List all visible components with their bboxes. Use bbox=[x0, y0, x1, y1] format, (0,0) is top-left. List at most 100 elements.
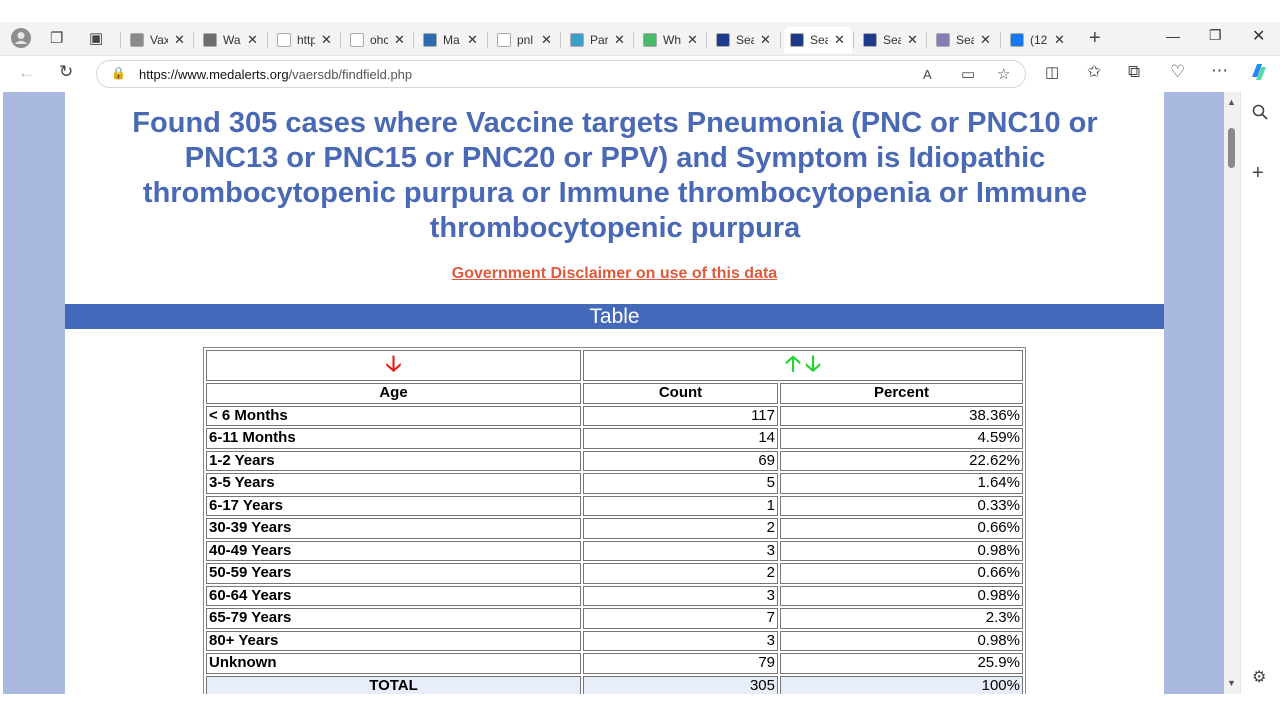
tab-favicon-icon bbox=[570, 33, 584, 47]
close-window-icon[interactable]: ✕ bbox=[1252, 26, 1265, 46]
close-tab-icon[interactable]: ✕ bbox=[760, 32, 771, 48]
close-tab-icon[interactable]: ✕ bbox=[541, 32, 552, 48]
scroll-up-icon[interactable]: ▲ bbox=[1227, 97, 1236, 107]
table-heading-bar: Table bbox=[65, 304, 1164, 329]
browser-tab[interactable]: Par ✕ bbox=[564, 27, 632, 53]
sort-ascending-arrow-icon[interactable]: 🡡 bbox=[785, 351, 801, 376]
tab-actions-icon[interactable]: ▣ bbox=[89, 29, 103, 47]
tab-separator bbox=[120, 32, 121, 48]
browser-tab[interactable]: Wa ✕ bbox=[197, 27, 265, 53]
count-cell: 2 bbox=[583, 563, 778, 584]
restore-icon[interactable]: ❐ bbox=[1209, 27, 1222, 44]
close-tab-icon[interactable]: ✕ bbox=[687, 32, 698, 48]
table-row: 60-64 Years 3 0.98% bbox=[206, 585, 1023, 606]
tab-favicon-icon bbox=[130, 33, 144, 47]
sort-descending-arrow-icon[interactable]: 🡣 bbox=[386, 351, 402, 376]
percent-cell: 2.3% bbox=[780, 608, 1023, 629]
browser-tab[interactable]: (12 ✕ bbox=[1004, 27, 1072, 53]
edge-sidebar: + ⚙ bbox=[1240, 92, 1280, 694]
browser-essentials-icon[interactable]: ♡ bbox=[1170, 62, 1185, 82]
table-row: 30-39 Years 2 0.66% bbox=[206, 518, 1023, 539]
browser-tab[interactable]: Sea ✕ bbox=[930, 27, 998, 53]
age-cell: 50-59 Years bbox=[206, 563, 581, 584]
browser-tab[interactable]: Sea ✕ bbox=[710, 27, 778, 53]
percent-cell: 25.9% bbox=[780, 653, 1023, 674]
close-tab-icon[interactable]: ✕ bbox=[1054, 32, 1065, 48]
close-tab-icon[interactable]: ✕ bbox=[834, 32, 845, 48]
tab-separator bbox=[340, 32, 341, 48]
tab-separator bbox=[926, 32, 927, 48]
close-tab-icon[interactable]: ✕ bbox=[174, 32, 185, 48]
tab-favicon-icon bbox=[863, 33, 877, 47]
search-icon[interactable] bbox=[1252, 104, 1268, 125]
browser-tab[interactable]: ohc ✕ bbox=[344, 27, 412, 53]
browser-tab[interactable]: Vax ✕ bbox=[124, 27, 192, 53]
tab-separator bbox=[1000, 32, 1001, 48]
tab-separator bbox=[193, 32, 194, 48]
browser-tab[interactable]: Sea ✕ bbox=[857, 27, 925, 53]
disclaimer-link[interactable]: Government Disclaimer on use of this dat… bbox=[65, 265, 1164, 283]
copilot-icon[interactable] bbox=[1248, 61, 1270, 88]
table-row: < 6 Months 117 38.36% bbox=[206, 405, 1023, 426]
browser-tab[interactable]: pnl ✕ bbox=[491, 27, 559, 53]
count-cell: 79 bbox=[583, 653, 778, 674]
tab-title: Vax bbox=[150, 33, 168, 47]
close-tab-icon[interactable]: ✕ bbox=[614, 32, 625, 48]
refresh-icon[interactable]: ↻ bbox=[59, 62, 73, 82]
percent-cell: 38.36% bbox=[780, 405, 1023, 426]
percent-cell: 0.66% bbox=[780, 518, 1023, 539]
count-cell: 3 bbox=[583, 630, 778, 651]
scrollbar-thumb[interactable] bbox=[1228, 128, 1235, 168]
table-row: 80+ Years 3 0.98% bbox=[206, 630, 1023, 651]
tab-title: pnl bbox=[517, 33, 534, 47]
browser-tab[interactable]: Ma ✕ bbox=[417, 27, 485, 53]
workspaces-icon[interactable]: ❐ bbox=[50, 29, 63, 47]
close-tab-icon[interactable]: ✕ bbox=[394, 32, 405, 48]
percent-cell: 0.98% bbox=[780, 630, 1023, 651]
tab-title: Wa bbox=[223, 33, 241, 47]
close-tab-icon[interactable]: ✕ bbox=[247, 32, 258, 48]
tab-bar: ❐ ▣ Vax✕Wa✕http✕ohc✕Ma✕pnl✕Par✕Wh✕Sea✕Se… bbox=[0, 22, 1280, 56]
close-tab-icon[interactable]: ✕ bbox=[467, 32, 478, 48]
tab-favicon-icon bbox=[790, 33, 804, 47]
age-cell: < 6 Months bbox=[206, 405, 581, 426]
scroll-down-icon[interactable]: ▼ bbox=[1227, 678, 1236, 688]
browser-tab[interactable]: Wh ✕ bbox=[637, 27, 705, 53]
sort-descending-green-arrow-icon[interactable]: 🡣 bbox=[805, 351, 821, 376]
lock-icon[interactable]: 🔒 bbox=[111, 66, 126, 80]
age-header: Age bbox=[206, 383, 581, 404]
browser-tab[interactable]: http ✕ bbox=[271, 27, 339, 53]
url-text[interactable]: https://www.medalerts.org/vaersdb/findfi… bbox=[139, 67, 412, 82]
app-available-icon[interactable]: ▭ bbox=[961, 65, 975, 83]
tab-separator bbox=[267, 32, 268, 48]
browser-tab[interactable]: Sea ✕ bbox=[784, 27, 852, 53]
age-cell: Unknown bbox=[206, 653, 581, 674]
tab-title: (12 bbox=[1030, 33, 1048, 47]
minimize-icon[interactable]: — bbox=[1166, 28, 1180, 44]
percent-header: Percent bbox=[780, 383, 1023, 404]
percent-cell: 4.59% bbox=[780, 428, 1023, 449]
add-sidebar-app-icon[interactable]: + bbox=[1252, 162, 1264, 185]
profile-icon[interactable] bbox=[11, 28, 31, 53]
close-tab-icon[interactable]: ✕ bbox=[907, 32, 918, 48]
split-screen-icon[interactable]: ◫ bbox=[1045, 63, 1059, 81]
count-cell: 2 bbox=[583, 518, 778, 539]
close-tab-icon[interactable]: ✕ bbox=[321, 32, 332, 48]
percent-cell: 0.66% bbox=[780, 563, 1023, 584]
close-tab-icon[interactable]: ✕ bbox=[980, 32, 991, 48]
address-bar[interactable]: 🔒 https://www.medalerts.org/vaersdb/find… bbox=[96, 60, 1026, 88]
back-icon[interactable]: ← bbox=[18, 63, 35, 83]
more-options-icon[interactable]: ⋯ bbox=[1211, 61, 1228, 81]
favorites-icon[interactable]: ✩ bbox=[1087, 62, 1101, 82]
tab-favicon-icon bbox=[643, 33, 657, 47]
sidebar-settings-icon[interactable]: ⚙ bbox=[1252, 667, 1266, 687]
new-tab-icon[interactable]: + bbox=[1089, 27, 1101, 50]
read-aloud-icon[interactable]: A bbox=[923, 67, 932, 82]
favorite-star-icon[interactable]: ☆ bbox=[997, 65, 1010, 83]
collections-icon[interactable]: ⧉ bbox=[1128, 62, 1140, 82]
vertical-scrollbar[interactable]: ▲ ▼ bbox=[1224, 92, 1240, 694]
table-row: 6-11 Months 14 4.59% bbox=[206, 428, 1023, 449]
age-cell: 40-49 Years bbox=[206, 540, 581, 561]
percent-cell: 1.64% bbox=[780, 473, 1023, 494]
total-count: 305 bbox=[583, 675, 778, 694]
